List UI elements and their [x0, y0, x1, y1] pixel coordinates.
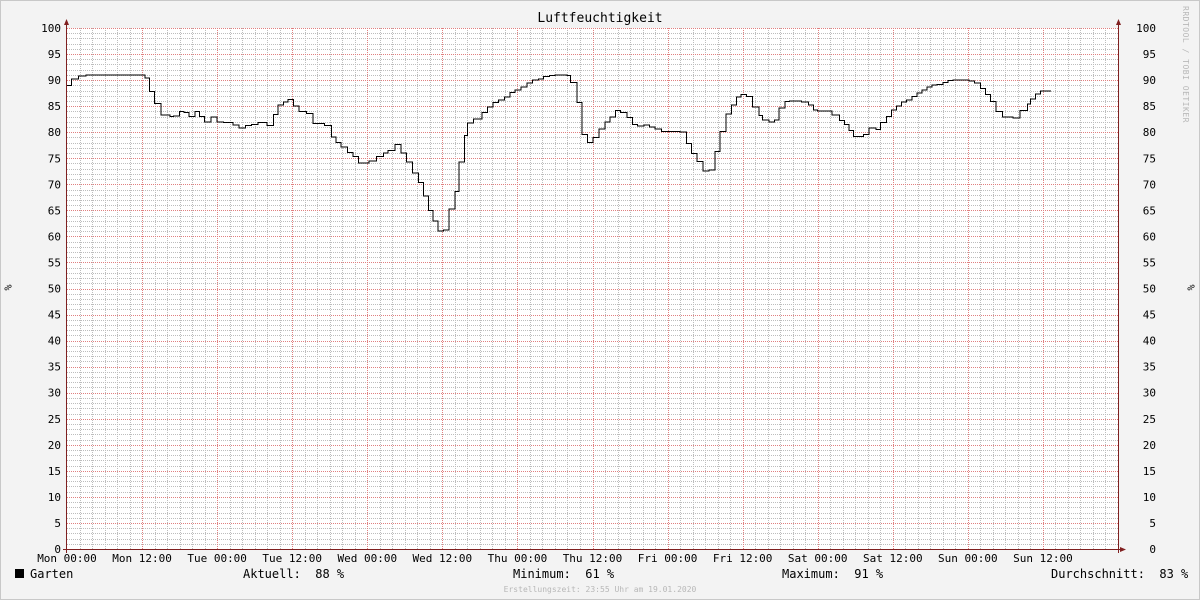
legend-swatch — [15, 569, 24, 578]
y-tick-label-right: 30 — [1143, 387, 1156, 400]
stat-maximum: Maximum: 91 % — [782, 567, 883, 581]
stat-average-value: 83 % — [1159, 567, 1189, 581]
y-tick-label-left: 60 — [48, 230, 61, 243]
y-tick-label-left: 95 — [48, 48, 61, 61]
y-tick-label-left: 35 — [48, 361, 61, 374]
x-tick-label: Sat 12:00 — [863, 552, 923, 565]
stat-minimum: Minimum: 61 % — [513, 567, 614, 581]
y-tick-label-left: 75 — [48, 152, 61, 165]
stat-average: Durchschnitt: 83 % — [1051, 567, 1188, 581]
stat-minimum-value: 61 % — [585, 567, 615, 581]
stat-minimum-label: Minimum: — [513, 567, 571, 581]
y-tick-label-right: 60 — [1143, 230, 1156, 243]
x-tick-label: Sun 00:00 — [938, 552, 998, 565]
y-tick-label-left: 5 — [54, 517, 61, 530]
x-tick-label: Sun 12:00 — [1013, 552, 1073, 565]
x-tick-label: Mon 00:00 — [37, 552, 97, 565]
y-tick-label-right: 0 — [1149, 543, 1156, 556]
y-tick-label-right: 15 — [1143, 465, 1156, 478]
y-axis-right-arrow — [1116, 19, 1121, 25]
stat-average-label: Durchschnitt: — [1051, 567, 1145, 581]
legend-series-name: Garten — [30, 567, 74, 581]
y-tick-label-left: 65 — [48, 204, 61, 217]
y-tick-label-left: 70 — [48, 178, 61, 191]
x-tick-label: Wed 12:00 — [413, 552, 473, 565]
y-tick-label-right: 65 — [1143, 204, 1156, 217]
x-tick-label: Fri 00:00 — [638, 552, 698, 565]
y-tick-label-left: 30 — [48, 387, 61, 400]
y-tick-label-right: 45 — [1143, 309, 1156, 322]
y-tick-label-left: 25 — [48, 413, 61, 426]
y-tick-label-left: 85 — [48, 100, 61, 113]
x-axis-arrow — [1120, 547, 1126, 552]
plot-area — [67, 28, 1118, 549]
y-tick-label-left: 40 — [48, 335, 61, 348]
y-tick-label-right: 50 — [1143, 283, 1156, 296]
y-tick-label-left: 15 — [48, 465, 61, 478]
y-tick-label-right: 75 — [1143, 152, 1156, 165]
y-tick-label-right: 100 — [1136, 22, 1156, 35]
stat-maximum-value: 91 % — [854, 567, 884, 581]
x-tick-label: Sat 00:00 — [788, 552, 848, 565]
y-tick-label-right: 35 — [1143, 361, 1156, 374]
y-tick-label-right: 10 — [1143, 491, 1156, 504]
stat-current: Aktuell: 88 % — [243, 567, 344, 581]
y-tick-label-right: 55 — [1143, 256, 1156, 269]
chart-svg: 0 05 510 1015 1520 2025 2530 3035 3540 4045 4550 50… — [37, 19, 1156, 565]
y-tick-label-left: 80 — [48, 126, 61, 139]
y-tick-label-left: 20 — [48, 439, 61, 452]
y-tick-label-right: 70 — [1143, 178, 1156, 191]
x-tick-label: Wed 00:00 — [337, 552, 397, 565]
stat-current-label: Aktuell: — [243, 567, 301, 581]
y-tick-label-right: 85 — [1143, 100, 1156, 113]
y-tick-label-right: 20 — [1143, 439, 1156, 452]
y-tick-label-left: 50 — [48, 283, 61, 296]
legend: Garten Aktuell: 88 % Minimum: 61 % Maxim… — [0, 567, 1200, 583]
x-tick-label: Thu 00:00 — [488, 552, 548, 565]
y-axis-left-arrow — [64, 19, 69, 25]
y-tick-label-right: 25 — [1143, 413, 1156, 426]
y-tick-label-right: 5 — [1149, 517, 1156, 530]
y-tick-label-left: 55 — [48, 256, 61, 269]
creation-time-footer: Erstellungszeit: 23:55 Uhr am 19.01.2020 — [503, 585, 697, 594]
y-tick-label-right: 80 — [1143, 126, 1156, 139]
y-tick-label-left: 100 — [41, 22, 61, 35]
y-tick-label-left: 10 — [48, 491, 61, 504]
y-tick-label-right: 40 — [1143, 335, 1156, 348]
y-tick-label-right: 90 — [1143, 74, 1156, 87]
y-tick-label-right: 95 — [1143, 48, 1156, 61]
x-tick-label: Tue 00:00 — [187, 552, 247, 565]
x-tick-label: Fri 12:00 — [713, 552, 773, 565]
x-tick-label: Tue 12:00 — [262, 552, 322, 565]
x-tick-label: Thu 12:00 — [563, 552, 623, 565]
stat-current-value: 88 % — [315, 567, 345, 581]
y-tick-label-left: 45 — [48, 309, 61, 322]
stat-maximum-label: Maximum: — [782, 567, 840, 581]
y-tick-label-left: 90 — [48, 74, 61, 87]
x-tick-label: Mon 12:00 — [112, 552, 172, 565]
